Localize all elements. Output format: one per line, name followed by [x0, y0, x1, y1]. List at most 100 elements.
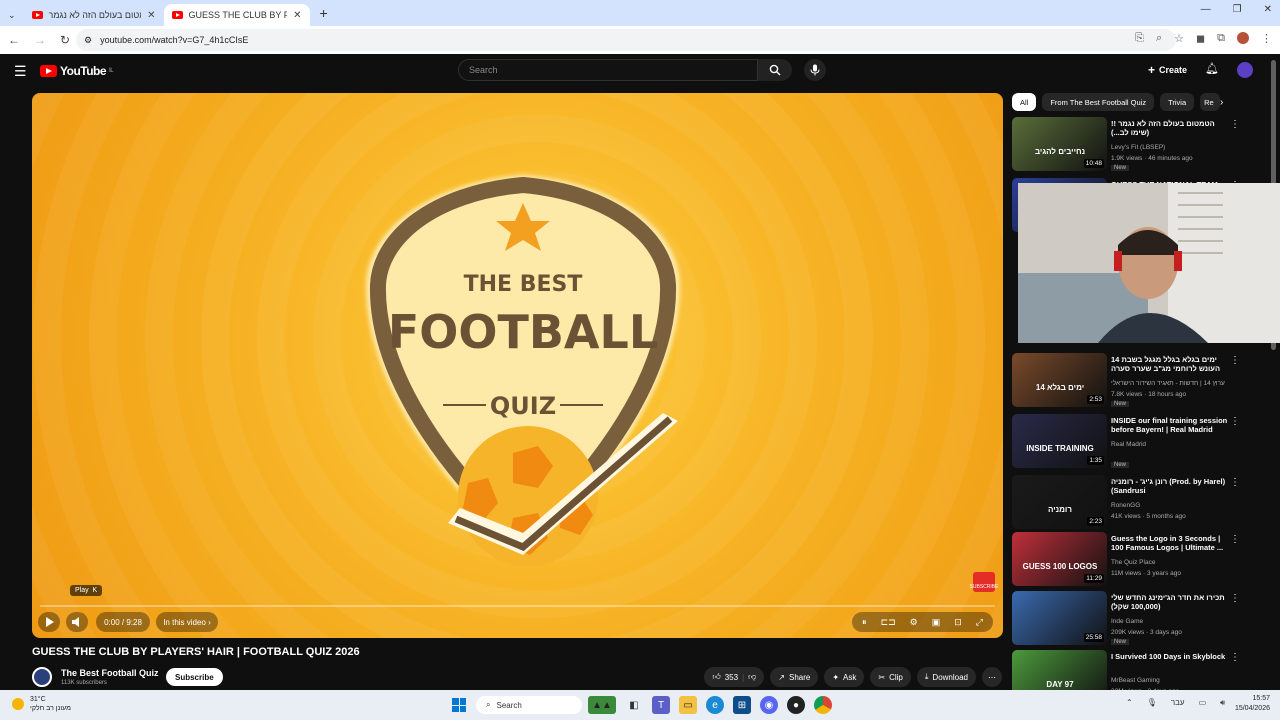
- more-options-icon[interactable]: ⋮: [1230, 593, 1240, 604]
- recommendation-title[interactable]: INSIDE our final training session before…: [1111, 416, 1233, 434]
- extension-icon[interactable]: ◼: [1196, 32, 1205, 45]
- bookmark-star-icon[interactable]: ☆: [1174, 32, 1184, 45]
- teams-icon[interactable]: T: [652, 696, 670, 714]
- more-options-icon[interactable]: ⋮: [1230, 534, 1240, 545]
- create-button[interactable]: + Create: [1148, 63, 1187, 77]
- site-info-icon[interactable]: ⚙: [84, 35, 92, 46]
- more-options-icon[interactable]: ⋮: [1230, 355, 1240, 366]
- user-avatar[interactable]: [1237, 62, 1253, 78]
- recommendation-channel[interactable]: The Quiz Place: [1111, 559, 1155, 566]
- edge-icon[interactable]: e: [706, 696, 724, 714]
- install-icon[interactable]: ⎘: [1135, 32, 1144, 45]
- network-icon[interactable]: ▭: [1199, 698, 1207, 708]
- subscribe-watermark-icon[interactable]: SUBSCRIBE: [970, 572, 998, 592]
- chip-from-channel[interactable]: From The Best Football Quiz: [1042, 93, 1155, 111]
- recommendation-channel[interactable]: Levy's Fit (LBSEP): [1111, 144, 1165, 151]
- taskbar-clock[interactable]: 15:57 15/04/2026: [1228, 694, 1270, 714]
- chip-related[interactable]: Re: [1200, 93, 1221, 111]
- extensions-puzzle-icon[interactable]: ⧉: [1217, 32, 1225, 45]
- video-thumbnail[interactable]: רומניה 2:23: [1012, 475, 1107, 529]
- more-options-icon[interactable]: ⋮: [1230, 652, 1240, 663]
- play-button[interactable]: [38, 612, 60, 632]
- recommendation-item[interactable]: INSIDE TRAINING 1:35 INSIDE our final trai…: [1012, 414, 1252, 468]
- more-options-icon[interactable]: ⋮: [1230, 416, 1240, 427]
- reload-icon[interactable]: ↻: [60, 33, 70, 47]
- voice-search-button[interactable]: [804, 59, 826, 81]
- recommendation-channel[interactable]: MrBeast Gaming: [1111, 677, 1160, 684]
- settings-gear-icon[interactable]: ⚙: [910, 617, 918, 628]
- autoplay-toggle-icon[interactable]: ⏸: [862, 617, 867, 628]
- tray-chevron-icon[interactable]: ⌃: [1126, 698, 1133, 708]
- recommendation-title[interactable]: Guess the Logo in 3 Seconds | 100 Famous…: [1111, 534, 1233, 552]
- zoom-icon[interactable]: ⌕: [1156, 32, 1162, 45]
- file-explorer-icon[interactable]: ▭: [679, 696, 697, 714]
- windows-start-icon[interactable]: [452, 698, 466, 712]
- video-thumbnail[interactable]: 14 ימים בגלא 2:53: [1012, 353, 1107, 407]
- back-icon[interactable]: ←: [8, 33, 20, 47]
- chip-trivia[interactable]: Trivia: [1160, 93, 1195, 111]
- captions-icon[interactable]: ⊏⊐: [881, 617, 896, 628]
- maximize-icon[interactable]: ❐: [1233, 4, 1242, 15]
- channel-name[interactable]: The Best Football Quiz: [61, 668, 159, 678]
- more-actions-button[interactable]: ⋯: [982, 667, 1002, 687]
- browser-menu-icon[interactable]: ⋮: [1261, 32, 1272, 45]
- recommendation-title[interactable]: הטמטום בעולם הזה לא נגמר !! (שימו לב...): [1111, 119, 1233, 137]
- progress-bar[interactable]: [40, 605, 995, 607]
- thumbs-down-icon[interactable]: 👎︎: [748, 672, 756, 682]
- subscribe-button[interactable]: Subscribe: [166, 668, 223, 686]
- widgets-icon[interactable]: ▲▲: [588, 696, 616, 714]
- video-thumbnail[interactable]: GUESS 100 LOGOS 11:29: [1012, 532, 1107, 586]
- search-button[interactable]: [758, 59, 792, 81]
- app-icon[interactable]: ●: [787, 696, 805, 714]
- close-window-icon[interactable]: ✕: [1264, 4, 1272, 15]
- language-indicator[interactable]: עבר: [1171, 698, 1185, 708]
- recommendation-title[interactable]: 14 ימים בגלא בגלל מגגל בשבת העונש לרוחמי…: [1111, 355, 1233, 373]
- task-view-icon[interactable]: ◧: [625, 696, 643, 714]
- browser-tab-2[interactable]: GUESS THE CLUB BY PLAYERS' H ✕: [163, 4, 310, 26]
- recommendation-item[interactable]: GUESS 100 LOGOS 11:29 Guess the Logo in 3 …: [1012, 532, 1252, 586]
- more-options-icon[interactable]: ⋮: [1230, 119, 1240, 130]
- recommendation-item[interactable]: נחייבים להגיב 10:48 הטמטום בעולם הזה לא נג…: [1012, 117, 1252, 171]
- weather-widget[interactable]: 31°C מעונן רב חלקי: [12, 695, 71, 713]
- video-thumbnail[interactable]: נחייבים להגיב 10:48: [1012, 117, 1107, 171]
- video-thumbnail[interactable]: INSIDE TRAINING 1:35: [1012, 414, 1107, 468]
- like-button[interactable]: 👍︎ 353 | 👎︎: [704, 667, 765, 687]
- profile-avatar-icon[interactable]: [1237, 32, 1249, 44]
- youtube-logo[interactable]: YouTube IL: [40, 64, 114, 78]
- speaker-icon[interactable]: 🔊︎: [1220, 698, 1225, 708]
- share-button[interactable]: ↗ Share: [770, 667, 819, 687]
- chapters-button[interactable]: In this video ›: [156, 612, 218, 632]
- url-field[interactable]: ⚙ youtube.com/watch?v=G7_4h1cCIsE: [76, 29, 1176, 51]
- download-button[interactable]: ⤓ Download: [916, 667, 976, 687]
- forward-icon[interactable]: →: [34, 33, 46, 47]
- tab-search-icon[interactable]: ⌄: [8, 10, 16, 21]
- miniplayer-icon[interactable]: ▣: [932, 617, 941, 628]
- recommendation-item[interactable]: 14 ימים בגלא 2:53 14 ימים בגלא בגלל מגגל ב…: [1012, 353, 1252, 407]
- taskbar-search[interactable]: ⌕ Search: [476, 696, 582, 714]
- video-player[interactable]: THE BEST FOOTBALL QUIZ Play K SUBSCRIBE …: [32, 93, 1003, 638]
- new-tab-icon[interactable]: +: [320, 5, 328, 21]
- minimize-icon[interactable]: —: [1201, 4, 1211, 15]
- browser-tab-1[interactable]: הטמטום בעולם הזה לא נגמר !! ✕: [24, 4, 164, 26]
- recommendation-item[interactable]: 25:58 תכירו את חדר הג'ימינג החדש שלי (100…: [1012, 591, 1252, 645]
- recommendation-title[interactable]: רונן ג'יג' - רומניה (Prod. by Harel) (Sa…: [1111, 477, 1233, 495]
- notifications-bell-icon[interactable]: 🔔︎: [1205, 62, 1219, 75]
- recommendation-title[interactable]: I Survived 100 Days in Skyblock: [1111, 652, 1233, 661]
- recommendation-channel[interactable]: ערוץ 14 | חדשות - תאגיד השידור הישראלי: [1111, 380, 1225, 387]
- recommendation-channel[interactable]: Real Madrid: [1111, 441, 1146, 448]
- recommendation-item[interactable]: רומניה 2:23 רונן ג'יג' - רומניה (Prod. by …: [1012, 475, 1252, 529]
- chrome-icon[interactable]: [814, 696, 832, 714]
- clip-button[interactable]: ✂ Clip: [870, 667, 911, 687]
- chip-all[interactable]: All: [1012, 93, 1037, 111]
- more-options-icon[interactable]: ⋮: [1230, 477, 1240, 488]
- recommendation-channel[interactable]: RonenGG: [1111, 502, 1140, 509]
- recommendation-title[interactable]: תכירו את חדר הג'ימינג החדש שלי (100,000 …: [1111, 593, 1233, 611]
- discord-icon[interactable]: ◉: [760, 696, 778, 714]
- cast-icon[interactable]: ⊡: [954, 617, 962, 628]
- close-tab-icon[interactable]: ✕: [147, 10, 155, 21]
- store-icon[interactable]: ⊞: [733, 696, 751, 714]
- fullscreen-icon[interactable]: ⤢: [976, 617, 983, 628]
- video-thumbnail[interactable]: 25:58: [1012, 591, 1107, 645]
- search-input[interactable]: Search: [458, 59, 758, 81]
- channel-avatar[interactable]: [32, 667, 52, 687]
